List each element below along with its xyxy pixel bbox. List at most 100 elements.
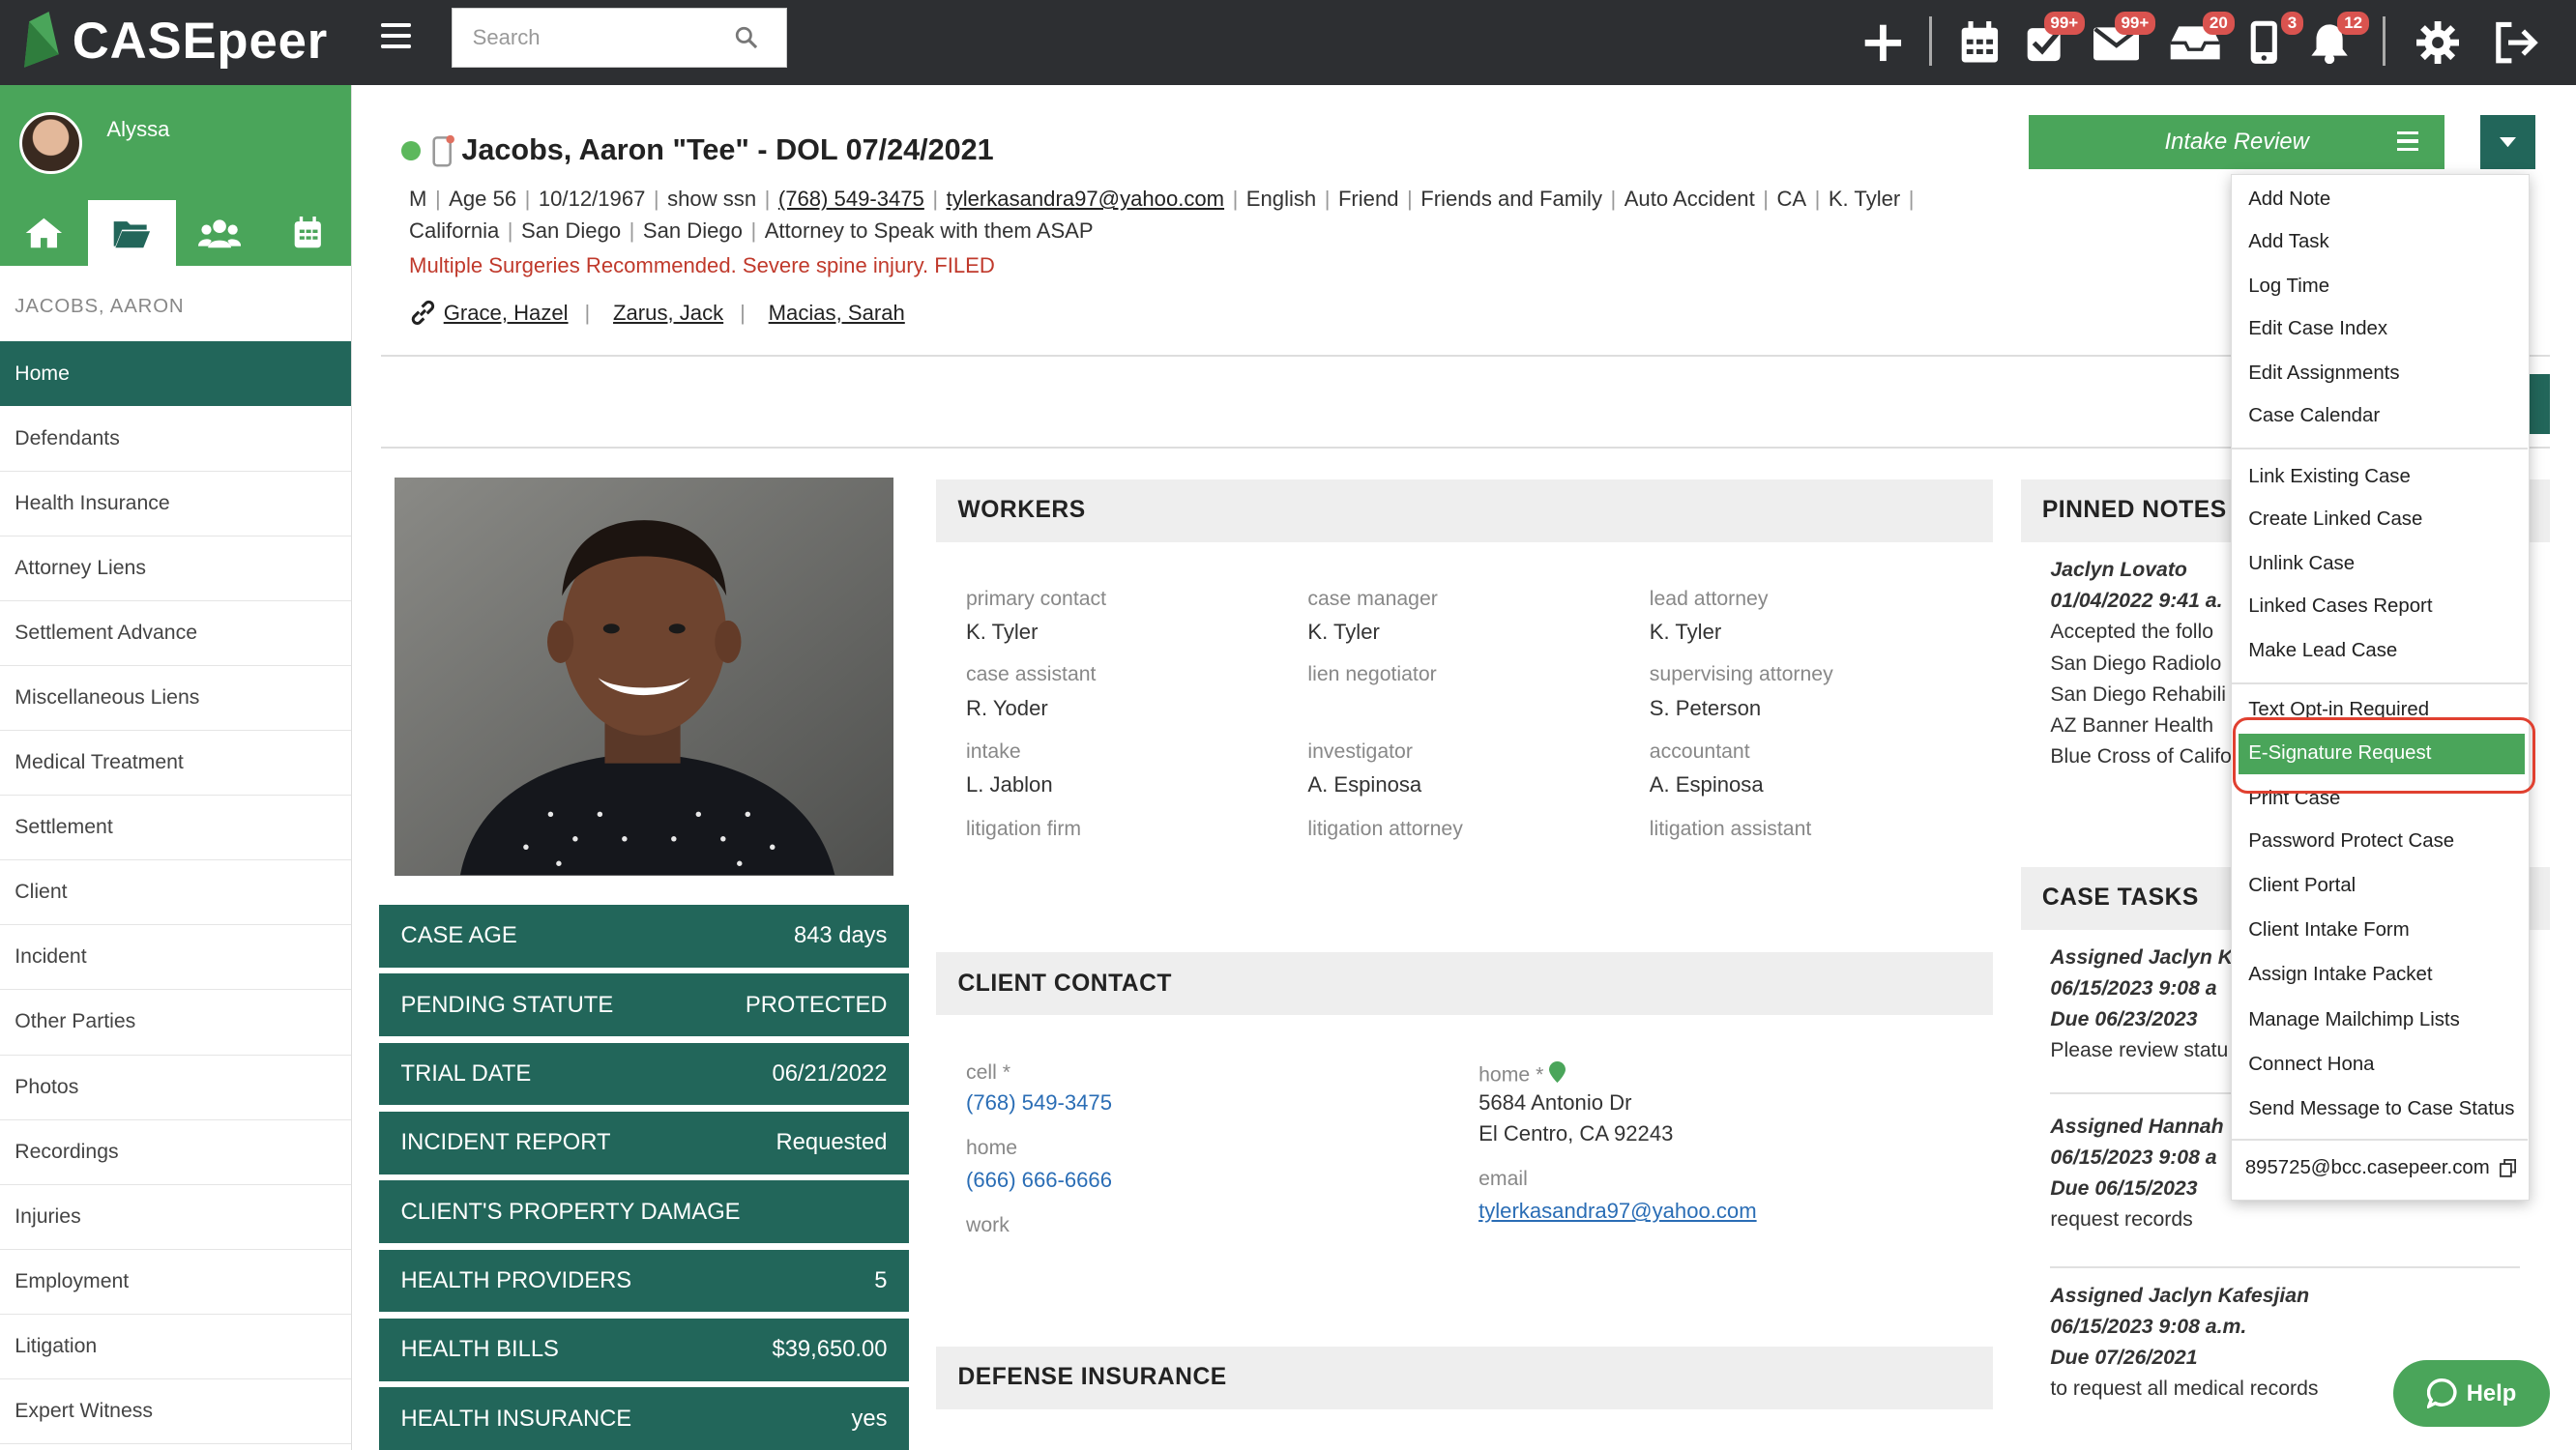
- avatar[interactable]: [19, 111, 82, 175]
- menu-item-edit-assignments[interactable]: Edit Assignments: [2248, 362, 2399, 385]
- menu-item-log-time[interactable]: Log Time: [2248, 276, 2329, 298]
- task-text[interactable]: to request all medical records: [2050, 1378, 2318, 1401]
- stat-value: 06/21/2022: [772, 1060, 888, 1088]
- stat-incident-report[interactable]: INCIDENT REPORT Requested: [379, 1112, 909, 1174]
- menu-item-unlink-case[interactable]: Unlink Case: [2248, 553, 2355, 575]
- app-name: CASEpeer: [72, 12, 329, 70]
- sidebar-item-settlement[interactable]: Settlement: [0, 796, 351, 861]
- sidebar-item-attorney-liens[interactable]: Attorney Liens: [0, 536, 351, 601]
- task-text[interactable]: Please review statu: [2050, 1039, 2228, 1062]
- contact-email-link[interactable]: tylerkasandra97@yahoo.com: [1478, 1199, 1757, 1224]
- settings-gear-icon[interactable]: [2412, 16, 2464, 69]
- stat-property-damage[interactable]: CLIENT'S PROPERTY DAMAGE: [379, 1180, 909, 1243]
- menu-item-edit-case-index[interactable]: Edit Case Index: [2248, 318, 2387, 340]
- inbox-icon[interactable]: 20: [2169, 11, 2235, 69]
- search-icon[interactable]: [735, 26, 758, 49]
- menu-item-send-message-to-case-status[interactable]: Send Message to Case Status: [2248, 1098, 2514, 1120]
- sidebar-item-miscellaneous-liens[interactable]: Miscellaneous Liens: [0, 666, 351, 731]
- linked-case-link[interactable]: Grace, Hazel: [444, 301, 569, 326]
- cases-folder-icon[interactable]: [87, 200, 176, 267]
- cell-phone-link[interactable]: (768) 549-3475: [966, 1090, 1112, 1116]
- menu-item-add-note[interactable]: Add Note: [2248, 188, 2330, 211]
- menu-item-case-calendar[interactable]: Case Calendar: [2248, 405, 2380, 427]
- status-indicator: [400, 141, 421, 161]
- menu-bcc-email[interactable]: 895725@bcc.casepeer.com: [2245, 1157, 2516, 1179]
- calendar-icon[interactable]: [1953, 16, 2005, 69]
- sidebar-item-photos[interactable]: Photos: [0, 1056, 351, 1120]
- menu-item-add-task[interactable]: Add Task: [2248, 231, 2328, 253]
- sidebar-item-employment[interactable]: Employment: [0, 1250, 351, 1315]
- menu-item-assign-intake-packet[interactable]: Assign Intake Packet: [2248, 964, 2432, 986]
- case-name-header: JACOBS, AARON: [15, 296, 185, 318]
- language: English: [1245, 187, 1317, 212]
- menu-item-manage-mailchimp-lists[interactable]: Manage Mailchimp Lists: [2248, 1009, 2460, 1031]
- notifications-bell-icon[interactable]: 12: [2303, 11, 2369, 69]
- show-ssn-link[interactable]: show ssn: [667, 187, 756, 211]
- sidebar-item-other-parties[interactable]: Other Parties: [0, 990, 351, 1056]
- stat-trial-date[interactable]: TRIAL DATE 06/21/2022: [379, 1042, 909, 1106]
- user-name[interactable]: Alyssa: [106, 117, 169, 142]
- tasks-icon[interactable]: 99+: [2019, 11, 2085, 69]
- stat-health-providers[interactable]: HEALTH PROVIDERS 5: [379, 1249, 909, 1313]
- main-menu-button[interactable]: [381, 22, 411, 53]
- search-input[interactable]: [472, 25, 736, 51]
- menu-item-connect-hona[interactable]: Connect Hona: [2248, 1054, 2374, 1076]
- sidebar-item-recordings[interactable]: Recordings: [0, 1120, 351, 1185]
- menu-item-e-signature-request[interactable]: E-Signature Request: [2239, 733, 2525, 775]
- sidebar-item-settlement-advance[interactable]: Settlement Advance: [0, 601, 351, 666]
- home-icon[interactable]: [0, 200, 88, 266]
- mobile-phone-icon[interactable]: 3: [2238, 11, 2303, 69]
- home-phone-link[interactable]: (666) 666-6666: [966, 1168, 1112, 1193]
- menu-item-client-intake-form[interactable]: Client Intake Form: [2248, 919, 2409, 942]
- text-opt-phone-icon[interactable]: [432, 134, 455, 167]
- stat-value: 5: [874, 1267, 888, 1294]
- search-box[interactable]: [452, 8, 787, 68]
- stat-case-age[interactable]: CASE AGE 843 days: [379, 905, 909, 968]
- case-actions-dropdown-button[interactable]: [2480, 114, 2535, 169]
- help-button[interactable]: Help: [2393, 1359, 2550, 1428]
- sidebar-item-injuries[interactable]: Injuries: [0, 1185, 351, 1250]
- stat-health-insurance[interactable]: HEALTH INSURANCE yes: [379, 1387, 909, 1450]
- logout-icon[interactable]: [2491, 16, 2543, 69]
- pinned-note-text: San Diego Rehabili: [2050, 682, 2226, 706]
- sidebar-item-client[interactable]: Client: [0, 860, 351, 926]
- client-phone-link[interactable]: (768) 549-3475: [778, 187, 924, 211]
- divider: [381, 447, 2550, 449]
- contacts-users-icon[interactable]: [176, 200, 264, 266]
- sidebar-item-expert-witness[interactable]: Expert Witness: [0, 1379, 351, 1445]
- sidebar-item-incident[interactable]: Incident: [0, 925, 351, 991]
- list-icon: [2396, 130, 2418, 156]
- linked-case-link[interactable]: Macias, Sarah: [769, 301, 905, 326]
- stat-pending-statute[interactable]: PENDING STATUTE PROTECTED: [379, 973, 909, 1037]
- menu-item-make-lead-case[interactable]: Make Lead Case: [2248, 640, 2397, 662]
- sidebar-item-defendants[interactable]: Defendants: [0, 406, 351, 472]
- menu-item-linked-cases-report[interactable]: Linked Cases Report: [2248, 595, 2432, 618]
- sidebar-item-litigation[interactable]: Litigation: [0, 1315, 351, 1380]
- sidebar-item-medical-treatment[interactable]: Medical Treatment: [0, 731, 351, 797]
- sidebar-item-home[interactable]: Home: [0, 341, 351, 407]
- map-pin-icon[interactable]: [1549, 1060, 1566, 1083]
- menu-item-link-existing-case[interactable]: Link Existing Case: [2248, 466, 2411, 488]
- menu-item-client-portal[interactable]: Client Portal: [2248, 875, 2356, 897]
- client-email-link[interactable]: tylerkasandra97@yahoo.com: [947, 187, 1225, 211]
- help-label: Help: [2466, 1379, 2517, 1406]
- casepeer-logo[interactable]: CASEpeer: [19, 7, 328, 75]
- caret-down-icon: [2500, 136, 2516, 148]
- mail-icon[interactable]: 99+: [2090, 11, 2156, 69]
- client-photo[interactable]: [394, 478, 894, 876]
- stat-health-bills[interactable]: HEALTH BILLS $39,650.00: [379, 1319, 909, 1381]
- linked-case-link[interactable]: Zarus, Jack: [613, 301, 723, 326]
- menu-item-create-linked-case[interactable]: Create Linked Case: [2248, 508, 2422, 531]
- intake-status-button[interactable]: Intake Review: [2029, 114, 2445, 169]
- linked-cases: Grace, Hazel | Zarus, Jack | Macias, Sarah: [409, 299, 905, 327]
- sidebar-item-health-insurance[interactable]: Health Insurance: [0, 472, 351, 536]
- menu-item-text-opt-in-required[interactable]: Text Opt-in Required: [2248, 699, 2429, 721]
- menu-item-password-protect-case[interactable]: Password Protect Case: [2248, 830, 2454, 853]
- divider: [381, 354, 2550, 357]
- calendar-icon[interactable]: [264, 200, 352, 266]
- add-icon[interactable]: [1857, 16, 1909, 69]
- task-text[interactable]: request records: [2050, 1208, 2192, 1232]
- copy-icon[interactable]: [2499, 1159, 2516, 1177]
- menu-item-print-case[interactable]: Print Case: [2248, 788, 2340, 810]
- worker-name: K. Tyler: [1649, 619, 1722, 644]
